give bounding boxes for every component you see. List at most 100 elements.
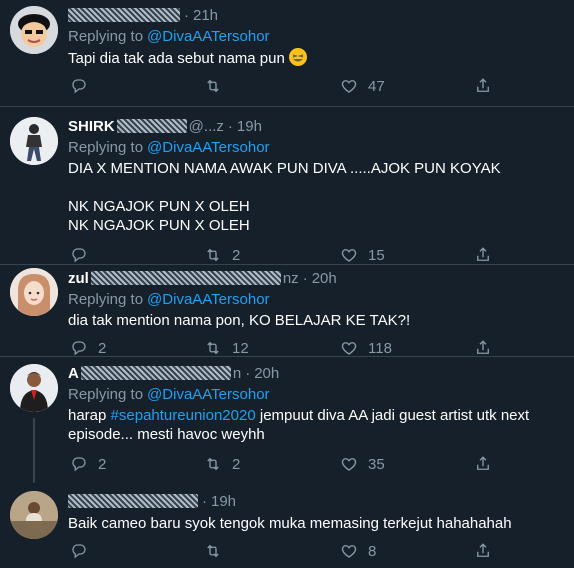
redacted-handle (116, 119, 187, 133)
retweet-button[interactable]: 12 (204, 338, 249, 358)
reply-handle-link[interactable]: @DivaAATersohor (147, 28, 270, 45)
reply-button[interactable]: 2 (70, 454, 106, 474)
tweet-time[interactable]: 21h (193, 7, 218, 24)
tweet-4[interactable]: A n · 20h Replying to @DivaAATersohor ha… (0, 357, 574, 483)
tweet-header: zul nz · 20h (68, 269, 337, 287)
like-count: 15 (368, 246, 385, 264)
avatar-cartoon-icon (10, 6, 58, 54)
avatar[interactable] (10, 117, 58, 165)
reply-count: 2 (98, 339, 107, 357)
tweet-2[interactable]: SHIRK @...z · 19h Replying to @DivaAATer… (0, 107, 574, 264)
tweet-header: A n · 20h (68, 364, 280, 382)
tweet-text: Baik cameo baru syok tengok muka memasin… (68, 515, 512, 532)
handle-tail: @...z (188, 117, 224, 135)
like-count: 118 (368, 339, 392, 357)
retweet-button[interactable] (204, 541, 232, 561)
like-count: 47 (368, 77, 385, 95)
like-count: 8 (368, 542, 377, 560)
retweet-icon (207, 248, 219, 262)
display-name[interactable]: A (68, 365, 79, 382)
reply-count: 2 (98, 455, 107, 473)
like-button[interactable]: 47 (340, 76, 385, 96)
reply-button[interactable]: 2 (70, 338, 106, 358)
tweet-actions: 47 (68, 76, 508, 96)
redacted-handle (90, 271, 281, 285)
share-icon (477, 456, 489, 470)
retweet-button[interactable] (204, 76, 232, 96)
heart-icon (341, 458, 357, 471)
like-count: 35 (368, 455, 385, 473)
reply-handle-link[interactable]: @DivaAATersohor (147, 291, 270, 308)
tweet-time[interactable]: 20h (254, 365, 279, 382)
thread-connector-line (33, 418, 35, 483)
retweet-icon (207, 457, 219, 471)
share-button[interactable] (474, 541, 492, 561)
reply-handle-link[interactable]: @DivaAATersohor (147, 139, 270, 156)
retweet-icon (207, 79, 219, 93)
retweet-icon (207, 341, 219, 355)
display-name[interactable]: SHIRK (68, 118, 115, 135)
reply-icon (72, 341, 86, 356)
hashtag-link[interactable]: #sepahtureunion2020 (111, 407, 256, 424)
share-button[interactable] (474, 76, 492, 96)
reply-button[interactable] (70, 541, 98, 561)
retweet-count: 2 (232, 455, 241, 473)
reply-handle-link[interactable]: @DivaAATersohor (147, 386, 270, 403)
share-button[interactable] (474, 338, 492, 358)
redacted-handle (80, 366, 231, 380)
share-icon (477, 340, 489, 354)
avatar[interactable] (10, 6, 58, 54)
avatar-person-icon (10, 364, 58, 412)
avatar[interactable] (10, 491, 58, 539)
share-icon (477, 78, 489, 92)
laughing-emoji-icon (288, 48, 307, 66)
replying-to: Replying to @DivaAATersohor (68, 27, 270, 45)
tweet-header: · 21h (68, 5, 218, 25)
avatar[interactable] (10, 268, 58, 316)
like-button[interactable]: 35 (340, 454, 385, 474)
avatar[interactable] (10, 364, 58, 412)
tweet-time[interactable]: 19h (237, 118, 262, 135)
replying-to: Replying to @DivaAATersohor (68, 385, 270, 403)
tweet-3[interactable]: zul nz · 20h Replying to @DivaAATersohor… (0, 265, 574, 358)
reply-button[interactable] (70, 245, 98, 265)
heart-icon (341, 249, 357, 262)
reply-icon (72, 248, 86, 263)
tweet-text: harap #sepahtureunion2020 jempuut diva A… (68, 407, 534, 443)
redacted-name (68, 8, 180, 22)
heart-icon (341, 545, 357, 558)
like-button[interactable]: 118 (340, 338, 392, 358)
tweet-text: Tapi dia tak ada sebut nama pun (68, 48, 558, 68)
heart-icon (341, 80, 357, 93)
tweet-5[interactable]: · 19h Baik cameo baru syok tengok muka m… (0, 483, 574, 568)
retweet-icon (207, 544, 219, 558)
retweet-button[interactable]: 2 (204, 454, 240, 474)
redacted-name (68, 494, 198, 508)
tweet-actions: 2 2 35 (68, 454, 508, 474)
reply-icon (72, 79, 86, 94)
reply-icon (72, 544, 86, 559)
tweet-actions: 2 15 (68, 245, 508, 265)
reply-icon (72, 457, 86, 472)
tweet-time[interactable]: 20h (312, 270, 337, 287)
handle-tail: nz (282, 269, 299, 287)
like-button[interactable]: 15 (340, 245, 385, 265)
like-button[interactable]: 8 (340, 541, 376, 561)
tweet-header: SHIRK @...z · 19h (68, 117, 262, 135)
share-button[interactable] (474, 454, 492, 474)
avatar-person-icon (10, 491, 58, 539)
tweet-header: · 19h (68, 491, 236, 511)
share-icon (477, 247, 489, 261)
replying-to: Replying to @DivaAATersohor (68, 290, 270, 308)
avatar-person-icon (10, 268, 58, 316)
reply-button[interactable] (70, 76, 98, 96)
tweet-text: dia tak mention nama pon, KO BELAJAR KE … (68, 312, 411, 329)
tweet-1[interactable]: · 21h Replying to @DivaAATersohor Tapi d… (0, 0, 574, 106)
replying-to: Replying to @DivaAATersohor (68, 138, 270, 156)
share-button[interactable] (474, 245, 492, 265)
handle-tail: n (232, 364, 242, 382)
tweet-time[interactable]: 19h (211, 493, 236, 510)
retweet-button[interactable]: 2 (204, 245, 240, 265)
tweet-actions: 8 (68, 541, 508, 561)
display-name[interactable]: zul (68, 270, 89, 287)
